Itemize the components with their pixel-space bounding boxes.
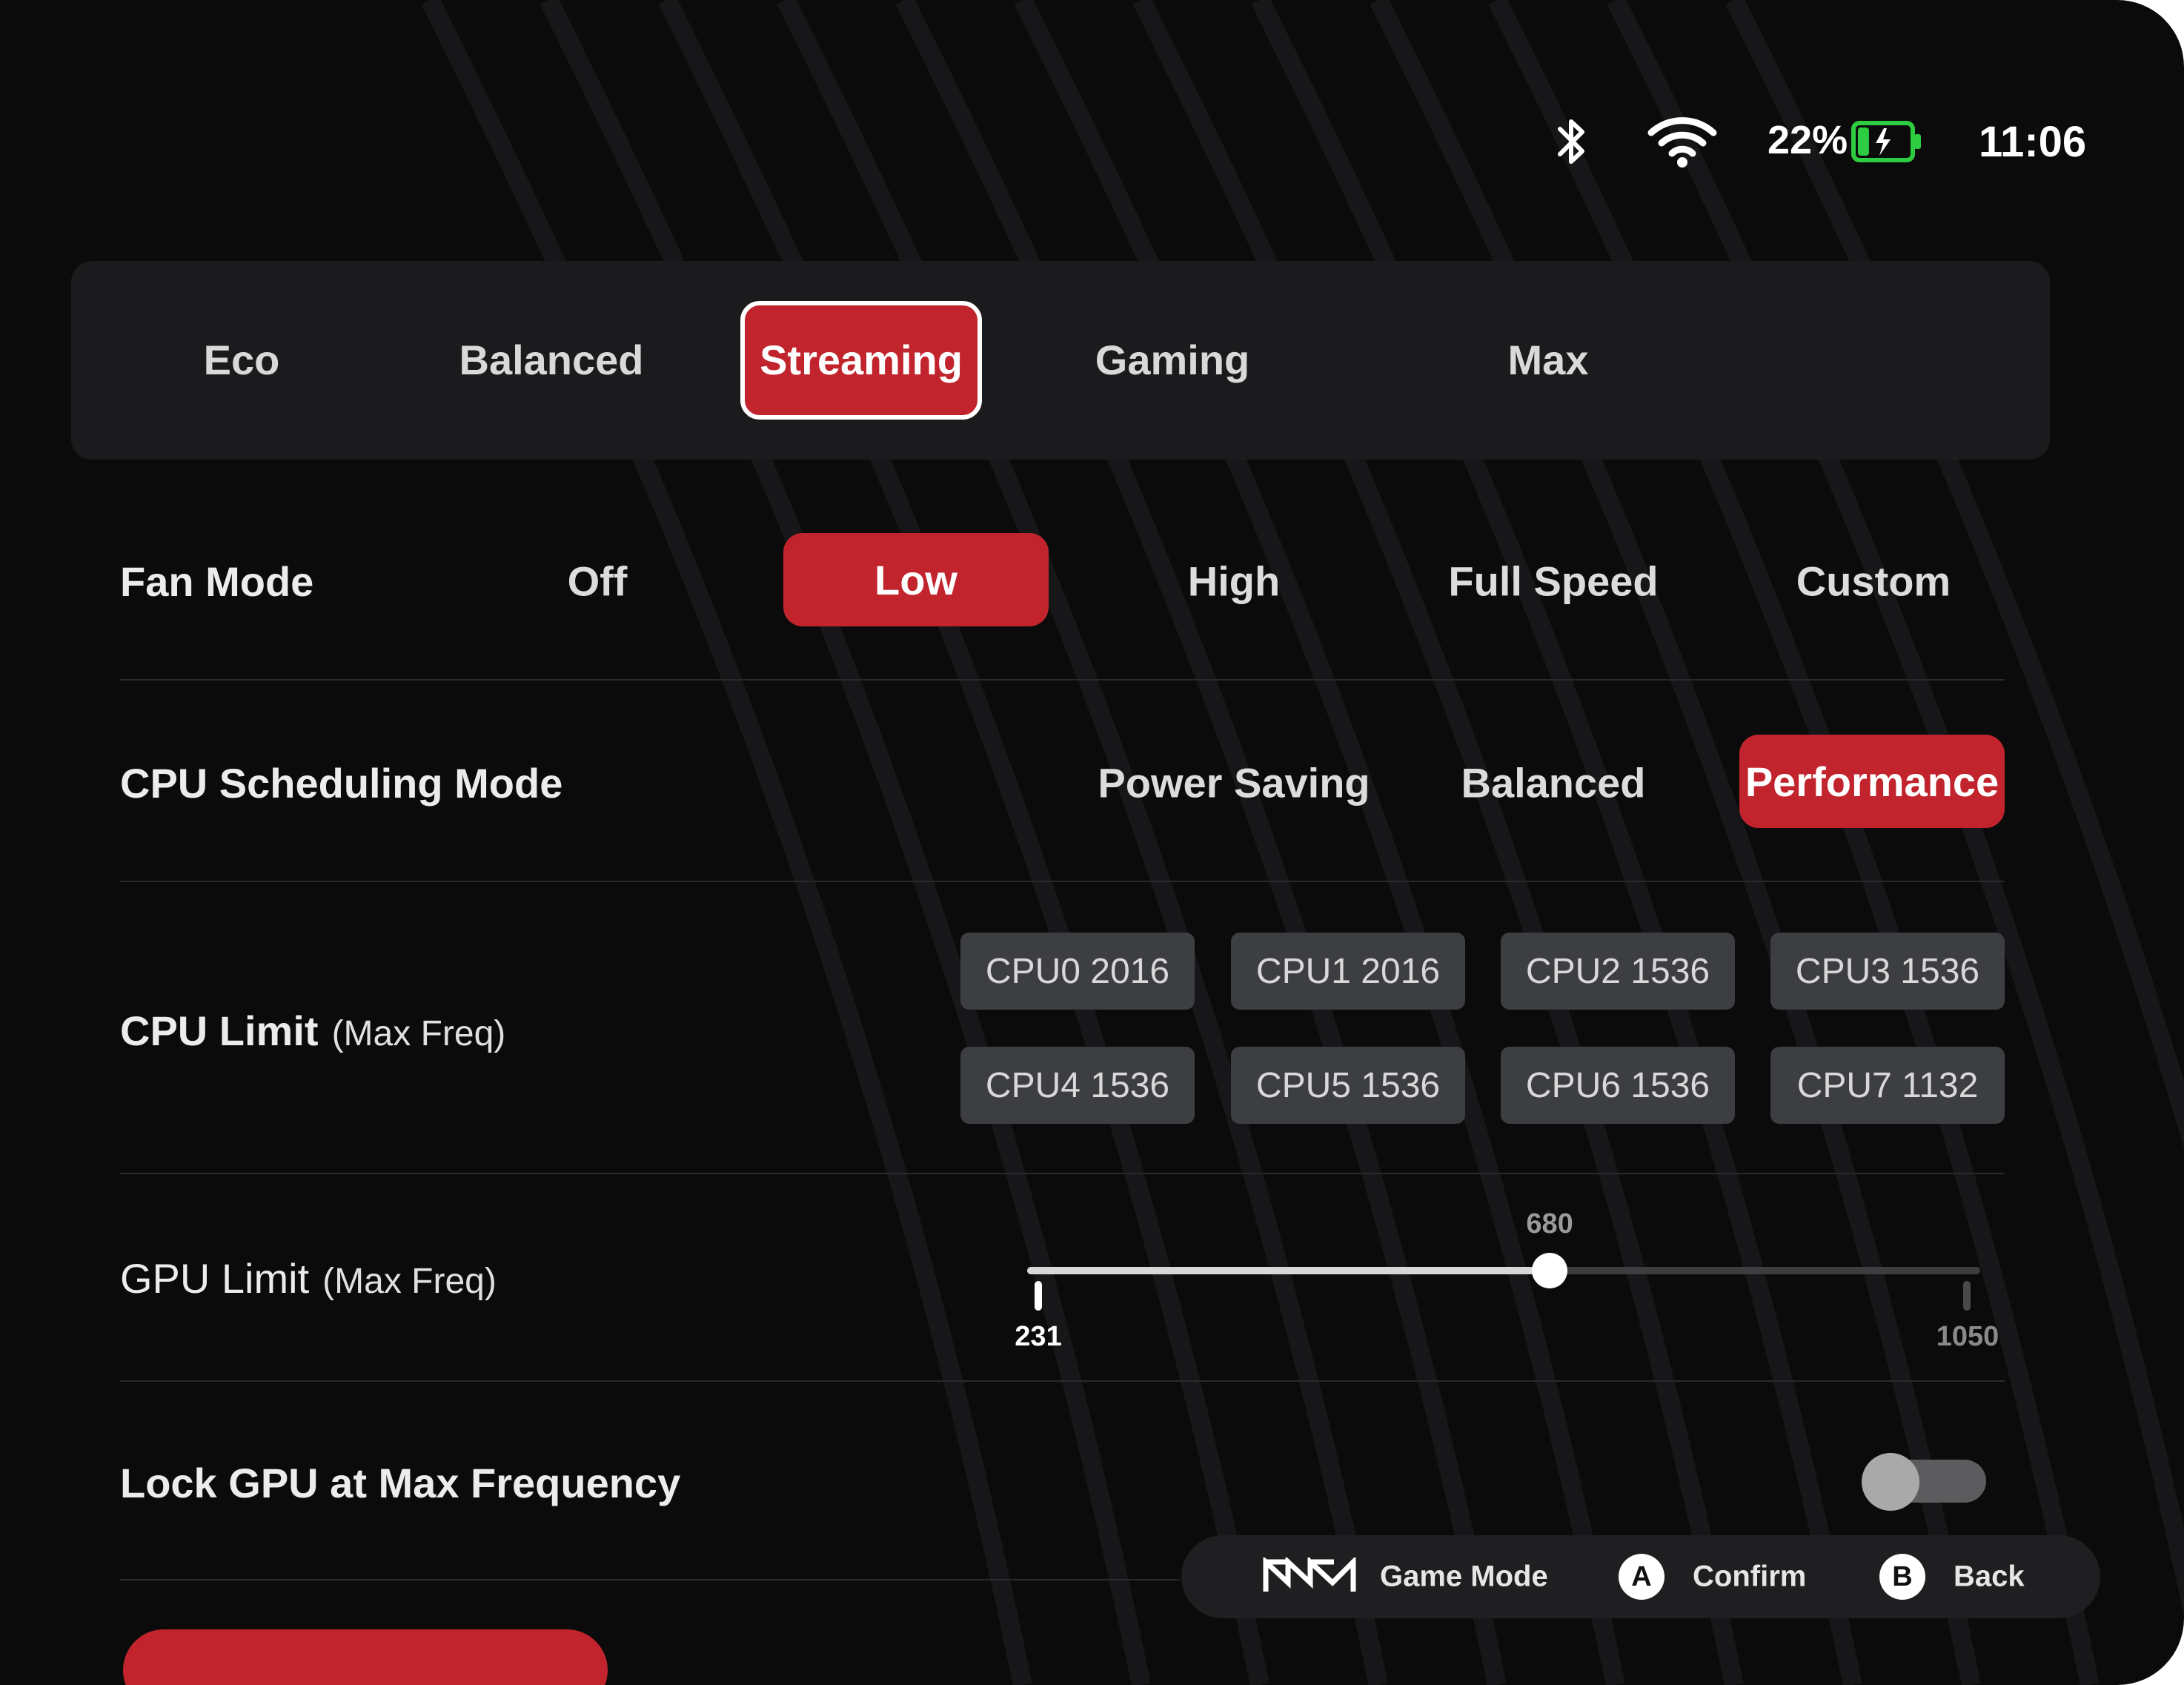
tab-eco[interactable]: Eco: [204, 340, 280, 381]
gpu-slider-fill: [1027, 1267, 1550, 1274]
gpu-slider-max-tick: [1963, 1281, 1971, 1311]
cpu-scheduling-label: CPU Scheduling Mode: [120, 760, 563, 807]
wifi-icon: [1647, 115, 1718, 172]
fan-option-low[interactable]: Low: [783, 533, 1049, 626]
tab-balanced[interactable]: Balanced: [459, 340, 644, 381]
cpu-sched-option-balanced[interactable]: Balanced: [1461, 759, 1646, 807]
cpu-limit-title: CPU Limit: [120, 1007, 319, 1054]
gpu-limit-sublabel: (Max Freq): [322, 1262, 497, 1301]
tab-streaming[interactable]: Streaming: [740, 301, 982, 420]
cpu-sched-option-power-saving[interactable]: Power Saving: [1098, 759, 1370, 807]
lock-gpu-label: Lock GPU at Max Frequency: [120, 1460, 681, 1506]
gpu-slider-max-label: 1050: [1936, 1321, 1999, 1352]
game-mode-logo-icon: [1263, 1555, 1356, 1598]
button-hints-bar: Game Mode A Confirm B Back: [1181, 1535, 2100, 1618]
divider: [120, 679, 2005, 681]
background-pattern: [421, 0, 2184, 1685]
gpu-slider-min-tick: [1035, 1281, 1042, 1311]
cpu-chip-4[interactable]: CPU4 1536: [960, 1047, 1195, 1124]
divider: [120, 881, 2005, 882]
lock-gpu-toggle[interactable]: [1862, 1453, 1986, 1511]
gpu-limit-title: GPU Limit: [120, 1255, 310, 1302]
gpu-slider-min-label: 231: [1015, 1321, 1062, 1352]
cpu-chip-3[interactable]: CPU3 1536: [1770, 933, 2005, 1010]
cpu-chip-2[interactable]: CPU2 1536: [1501, 933, 1735, 1010]
confirm-hint[interactable]: Confirm: [1693, 1560, 1806, 1594]
gpu-limit-label: GPU Limit (Max Freq): [120, 1254, 497, 1302]
a-button-icon: A: [1619, 1554, 1664, 1600]
fan-option-off[interactable]: Off: [568, 557, 628, 606]
fan-mode-label: Fan Mode: [120, 558, 314, 605]
fan-option-custom[interactable]: Custom: [1796, 557, 1951, 606]
cpu-chip-7[interactable]: CPU7 1132: [1770, 1047, 2005, 1124]
bluetooth-icon: [1551, 113, 1593, 176]
divider: [120, 1579, 1180, 1580]
gpu-slider-track[interactable]: [1027, 1267, 1980, 1274]
cpu-chip-6[interactable]: CPU6 1536: [1501, 1047, 1735, 1124]
b-button-icon: B: [1879, 1554, 1925, 1600]
cpu-chip-0[interactable]: CPU0 2016: [960, 933, 1195, 1010]
cpu-limit-sublabel: (Max Freq): [331, 1014, 506, 1053]
divider: [120, 1380, 2005, 1382]
tab-gaming[interactable]: Gaming: [1095, 340, 1249, 381]
clock: 11:06: [1979, 118, 2087, 166]
fan-option-high[interactable]: High: [1188, 557, 1280, 606]
profile-tab-bar: Eco Balanced Streaming Gaming Max: [71, 261, 2050, 460]
battery-charging-icon: [1851, 121, 1922, 166]
game-mode-hint: Game Mode: [1380, 1560, 1548, 1593]
divider: [120, 1173, 2005, 1174]
cpu-sched-option-performance[interactable]: Performance: [1739, 735, 2005, 828]
gpu-slider-thumb[interactable]: [1532, 1253, 1568, 1288]
cpu-chip-1[interactable]: CPU1 2016: [1231, 933, 1465, 1010]
next-section-button[interactable]: [123, 1629, 608, 1685]
cpu-chip-5[interactable]: CPU5 1536: [1231, 1047, 1465, 1124]
cpu-limit-label: CPU Limit (Max Freq): [120, 1007, 505, 1055]
toggle-knob: [1862, 1453, 1919, 1511]
gpu-slider-value: 680: [1526, 1208, 1573, 1239]
fan-option-full-speed[interactable]: Full Speed: [1448, 557, 1658, 606]
battery-percent: 22%: [1768, 118, 1848, 162]
tab-max[interactable]: Max: [1508, 340, 1589, 381]
back-hint[interactable]: Back: [1954, 1560, 2025, 1594]
settings-screen: 22% 11:06 Eco Balanced Streaming Gaming …: [0, 0, 2184, 1685]
